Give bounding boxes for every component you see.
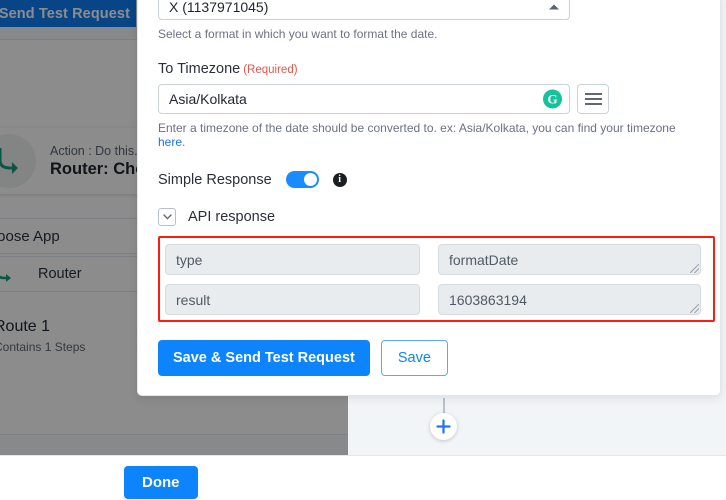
chevron-down-icon[interactable] [158,208,176,226]
timezone-hint-text: Enter a timezone of the date should be c… [158,121,676,135]
textarea-resize-handle[interactable] [690,304,699,313]
date-format-value: X (1137971045) [169,0,269,15]
toggle-knob [303,173,317,186]
timezone-hint: Enter a timezone of the date should be c… [158,121,700,149]
api-response-value-field[interactable]: 1603863194 [438,284,701,315]
hamburger-icon-bar [584,93,602,95]
done-button[interactable]: Done [124,466,198,499]
simple-response-label: Simple Response [158,171,272,188]
api-response-row: API response [158,208,700,226]
hamburger-icon-bar [584,103,602,105]
panel-button-row: Save & Send Test Request Save [158,340,700,376]
caret-up-icon[interactable] [549,4,559,10]
timezone-label: To Timezone [158,61,241,77]
info-icon[interactable]: i [332,172,347,187]
timezone-input[interactable]: Asia/Kolkata G [158,84,570,114]
api-response-key-text: result [176,291,211,308]
page-footer [0,455,726,500]
date-format-hint: Select a format in which you want to for… [158,27,438,41]
timezone-value: Asia/Kolkata [169,91,247,107]
timezone-required-tag: (Required) [243,64,298,76]
api-response-key-field[interactable]: type [165,244,420,275]
api-response-key-field[interactable]: result [165,284,420,315]
api-response-value-text: formatDate [449,251,519,268]
timezone-field-wrap: Asia/Kolkata G [158,84,700,114]
action-config-panel: X (1137971045) Select a format in which … [137,0,721,396]
screen-root: Save & Send Test Request Action : Do thi… [0,0,726,500]
api-response-value-field[interactable]: formatDate [438,244,701,275]
timezone-label-row: To Timezone (Required) [158,61,700,77]
timezone-here-link[interactable]: here [158,135,182,149]
api-response-label: API response [188,209,276,225]
save-button[interactable]: Save [380,340,448,376]
date-format-select[interactable]: X (1137971045) [158,0,570,20]
add-step-button[interactable] [430,413,457,440]
timezone-hint-tail: . [182,135,186,149]
table-row: result 1603863194 [165,284,708,315]
table-row: type formatDate [165,244,708,275]
save-and-send-test-request-button[interactable]: Save & Send Test Request [158,340,370,376]
api-response-highlight-box: type formatDate result 1603863194 [158,236,715,322]
timezone-menu-button[interactable] [577,84,609,114]
api-response-key-text: type [176,251,203,268]
simple-response-row: Simple Response i [158,171,700,188]
simple-response-toggle[interactable] [285,171,319,188]
api-response-value-text: 1603863194 [449,291,527,308]
textarea-resize-handle[interactable] [690,264,699,273]
hamburger-icon-bar [584,98,602,100]
grammarly-icon[interactable]: G [543,89,562,109]
